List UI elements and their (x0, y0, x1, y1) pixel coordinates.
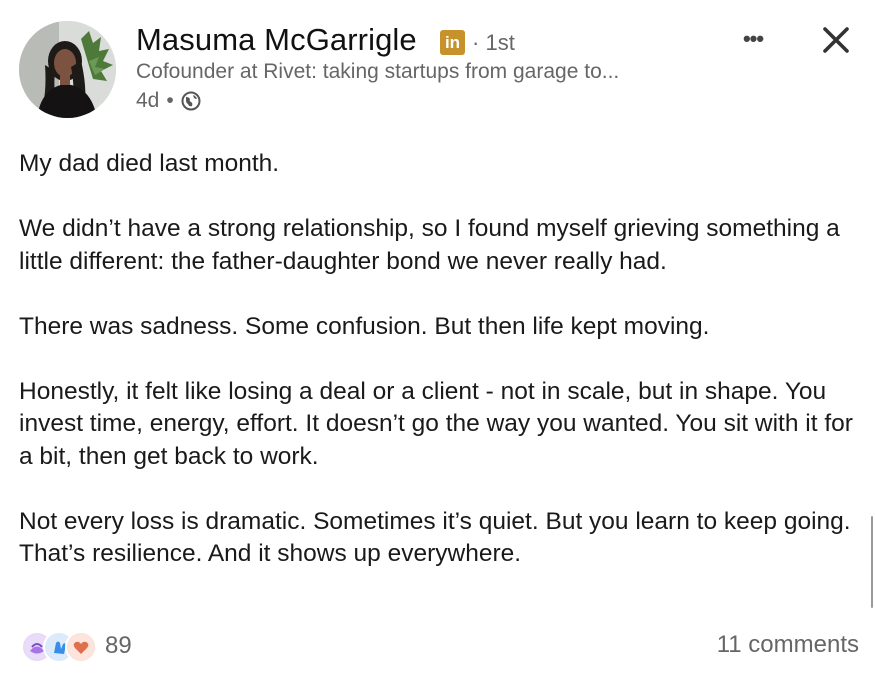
post-time: 4d (136, 89, 160, 112)
more-options-button[interactable]: ••• (735, 24, 771, 54)
comments-count-link[interactable]: 11 comments (717, 631, 859, 659)
close-icon (823, 27, 849, 53)
author-headline: Cofounder at Rivet: taking startups from… (136, 60, 620, 83)
linkedin-badge-icon: in (440, 30, 465, 55)
post-paragraph: We didn’t have a strong relationship, so… (19, 215, 840, 275)
post-paragraph: My dad died last month. (19, 150, 280, 177)
love-icon (65, 631, 97, 663)
meta-separator: • (166, 89, 174, 112)
author-name[interactable]: Masuma McGarrigle (136, 22, 417, 58)
post-card: Masuma McGarrigle in · 1st Cofounder at … (0, 0, 875, 684)
globe-icon (181, 91, 201, 111)
post-paragraph: There was sadness. Some confusion. But t… (19, 312, 710, 340)
post-body: My dad died last month. We didn’t have a… (19, 148, 859, 603)
post-paragraph: Honestly, it felt like losing a deal or … (19, 377, 853, 470)
author-avatar[interactable] (19, 21, 116, 118)
ellipsis-icon: ••• (742, 26, 764, 51)
reactions-summary[interactable]: 89 (21, 631, 132, 663)
reaction-count: 89 (105, 632, 132, 659)
scrollbar-thumb[interactable] (871, 516, 873, 608)
connection-degree-value: 1st (485, 30, 515, 55)
reaction-icons (21, 631, 99, 663)
close-button[interactable] (818, 22, 854, 58)
post-meta: 4d • (136, 89, 201, 113)
post-paragraph: Not every loss is dramatic. Sometimes it… (19, 507, 851, 568)
connection-degree: · 1st (472, 30, 515, 55)
